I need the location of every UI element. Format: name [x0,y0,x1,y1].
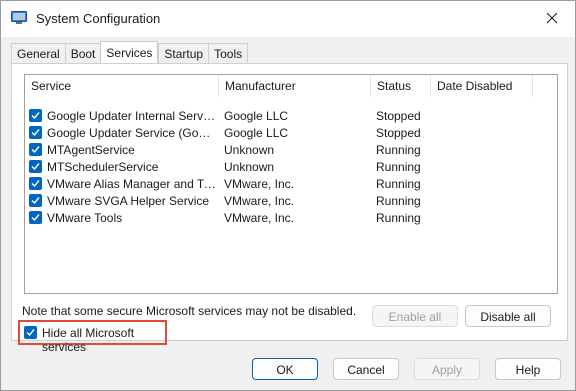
service-manufacturer: VMware, Inc. [224,177,295,191]
service-manufacturer: Google LLC [224,109,289,123]
service-checkbox[interactable] [29,177,42,190]
service-checkbox[interactable] [29,160,42,173]
service-manufacturer: Google LLC [224,126,289,140]
service-name: VMware Alias Manager and Ticke... [47,177,217,191]
service-name: Google Updater Service (Google... [47,126,217,140]
secure-services-note: Note that some secure Microsoft services… [22,304,357,318]
table-row[interactable]: MTSchedulerService Unknown Running [25,159,557,176]
service-status: Running [376,160,421,174]
service-manufacturer: VMware, Inc. [224,194,295,208]
service-status: Running [376,143,421,157]
checkmark-icon [31,146,40,154]
window-title: System Configuration [36,11,161,26]
checkmark-icon [31,112,40,120]
column-header-service[interactable]: Service [25,75,219,97]
service-status: Running [376,194,421,208]
service-checkbox[interactable] [29,211,42,224]
tab-general[interactable]: General [11,43,65,64]
close-icon [546,12,558,27]
service-status: Stopped [376,126,421,140]
service-checkbox[interactable] [29,126,42,139]
service-name: Google Updater Internal Service... [47,109,217,123]
service-name: MTAgentService [47,143,135,157]
title-bar: System Configuration [1,1,575,37]
system-configuration-icon [11,11,27,25]
table-row[interactable]: VMware SVGA Helper Service VMware, Inc. … [25,193,557,210]
service-manufacturer: Unknown [224,143,275,157]
tab-tools[interactable]: Tools [208,43,249,64]
tab-services[interactable]: Services [100,41,159,64]
enable-all-button[interactable]: Enable all [372,305,458,327]
ok-button[interactable]: OK [252,358,318,380]
service-name: VMware Tools [47,211,123,225]
service-name: MTSchedulerService [47,160,159,174]
close-button[interactable] [529,1,575,37]
service-status: Stopped [376,109,421,123]
service-checkbox[interactable] [29,194,42,207]
services-panel: Service Manufacturer Status Date Disable… [11,63,568,354]
hide-microsoft-services-checkbox[interactable] [24,326,37,339]
cancel-button[interactable]: Cancel [333,358,399,380]
checkmark-icon [31,163,40,171]
table-row[interactable]: VMware Alias Manager and Ticke... VMware… [25,176,557,193]
column-header-manufacturer[interactable]: Manufacturer [219,75,371,97]
checkmark-icon [31,180,40,188]
table-row[interactable]: Google Updater Service (Google... Google… [25,125,557,142]
tab-startup[interactable]: Startup [158,43,209,64]
system-configuration-window: System Configuration General Boot Servic… [0,0,576,391]
hide-microsoft-services-highlight[interactable]: Hide all Microsoft services [18,320,167,354]
apply-button[interactable]: Apply [414,358,480,380]
service-status: Running [376,211,421,225]
service-checkbox[interactable] [29,109,42,122]
services-list[interactable]: Service Manufacturer Status Date Disable… [24,74,558,294]
table-row[interactable]: VMware Tools VMware, Inc. Running [25,210,557,227]
hide-microsoft-services-label[interactable]: Hide all Microsoft services [42,326,165,354]
tab-strip: General Boot Services Startup Tools [11,41,249,64]
checkmark-icon [31,129,40,137]
disable-all-button[interactable]: Disable all [465,305,551,327]
table-row[interactable]: Google Updater Internal Service... Googl… [25,108,557,125]
checkmark-icon [31,214,40,222]
column-header-date-disabled[interactable]: Date Disabled [431,75,533,97]
tab-boot[interactable]: Boot [64,43,101,64]
column-header-status[interactable]: Status [371,75,431,97]
service-status: Running [376,177,421,191]
service-checkbox[interactable] [29,143,42,156]
service-name: VMware SVGA Helper Service [47,194,210,208]
help-button[interactable]: Help [495,358,561,380]
service-manufacturer: VMware, Inc. [224,211,295,225]
checkmark-icon [26,329,35,337]
table-row[interactable]: MTAgentService Unknown Running [25,142,557,159]
checkmark-icon [31,197,40,205]
service-manufacturer: Unknown [224,160,275,174]
